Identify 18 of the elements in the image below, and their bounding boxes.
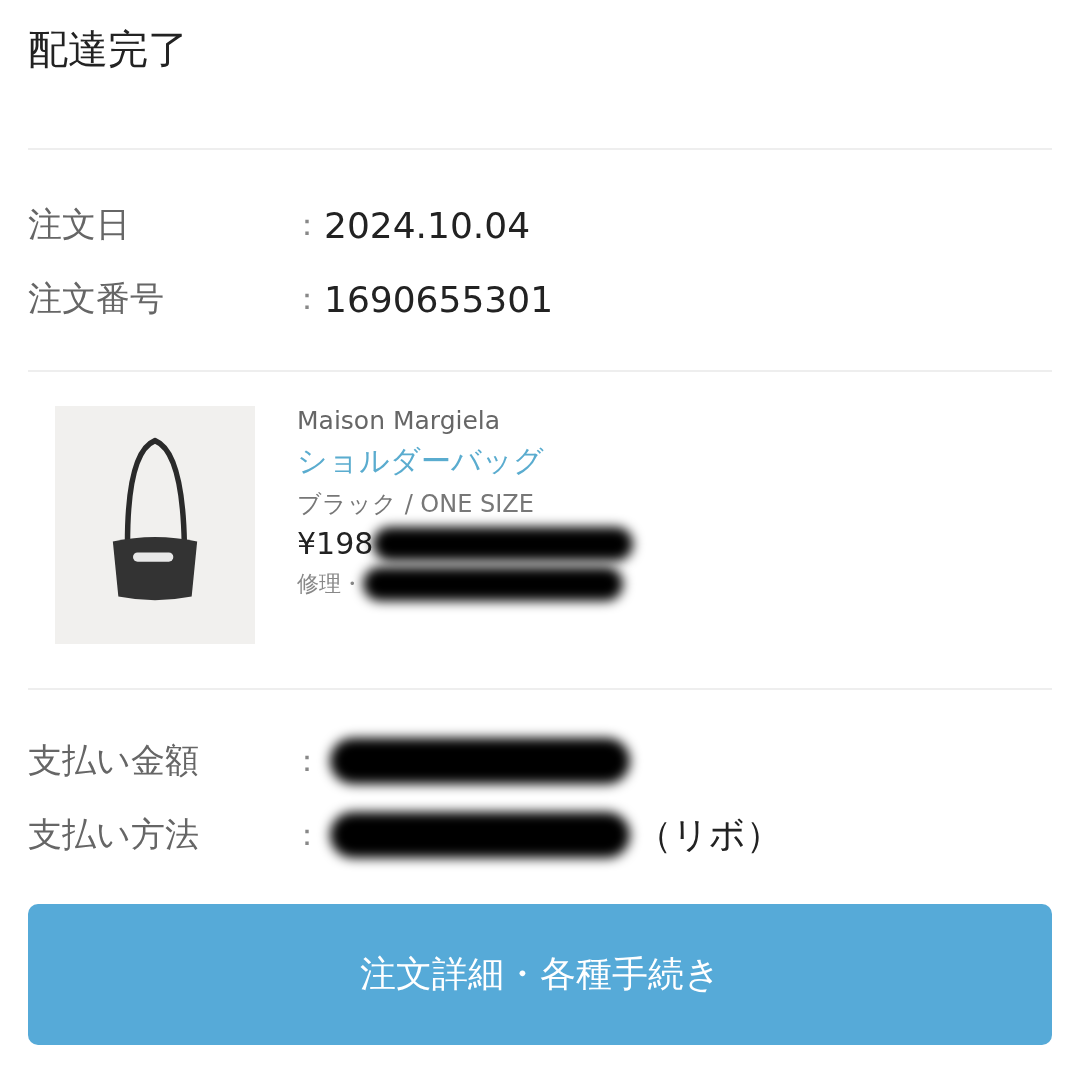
- colon-separator: ：: [292, 815, 323, 854]
- field-value: （リボ）: [636, 812, 782, 857]
- product-link[interactable]: ショルダーバッグ: [297, 441, 634, 482]
- field-value: 1690655301: [324, 278, 554, 320]
- field-label: 注文番号: [28, 277, 165, 320]
- brand-name: Maison Margiela: [297, 406, 502, 435]
- field-label: 支払い金額: [28, 739, 200, 782]
- order-details-button[interactable]: 注文詳細・各種手続き: [28, 904, 1052, 1045]
- field-label: 注文日: [28, 203, 131, 246]
- colon-separator: ：: [292, 279, 323, 318]
- status-title: 配達完了: [28, 25, 189, 74]
- field-label: 支払い方法: [28, 813, 200, 856]
- note-text: 修理・: [297, 570, 363, 598]
- variant-text: ブラック / ONE SIZE: [297, 489, 535, 520]
- colon-separator: ：: [292, 741, 323, 780]
- colon-separator: ：: [292, 205, 323, 244]
- price-text: ¥198: [297, 526, 374, 561]
- field-value: 2024.10.04: [324, 204, 531, 246]
